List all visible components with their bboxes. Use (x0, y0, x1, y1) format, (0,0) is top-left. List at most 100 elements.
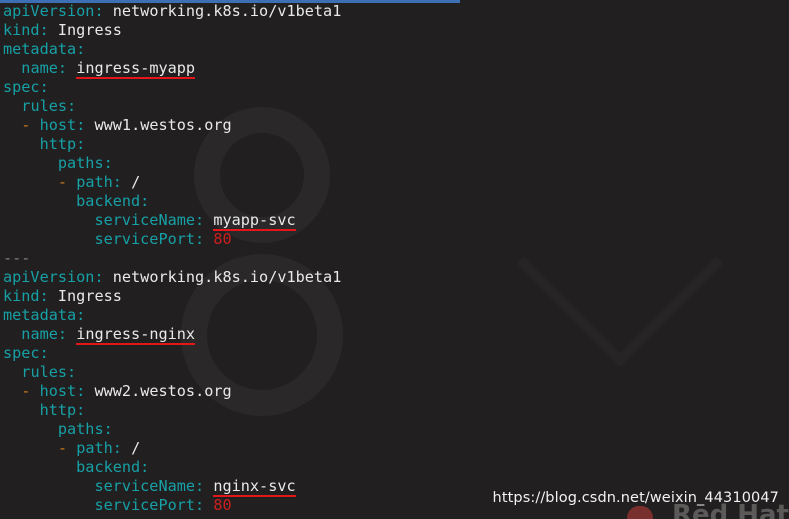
yaml-key: backend (76, 192, 141, 210)
key-colon: : (57, 59, 68, 77)
key-colon: : (140, 458, 150, 476)
code-line[interactable]: - host: www2.westos.org (3, 382, 789, 401)
yaml-value: www2.westos.org (94, 382, 232, 400)
key-colon: : (57, 325, 68, 343)
code-line[interactable]: kind: Ingress (3, 21, 789, 40)
code-line[interactable]: rules: (3, 363, 789, 382)
key-colon: : (140, 192, 150, 210)
yaml-key: http (39, 135, 77, 153)
yaml-key: servicePort (94, 230, 196, 248)
key-colon: : (39, 78, 49, 96)
code-line[interactable]: name: ingress-myapp (3, 59, 789, 79)
yaml-key: metadata (3, 40, 77, 58)
yaml-key: serviceName (94, 211, 196, 229)
document-separator: --- (3, 249, 31, 267)
code-line[interactable]: - path: / (3, 173, 789, 192)
code-line[interactable]: - path: / (3, 439, 789, 458)
yaml-key: path (76, 439, 113, 457)
code-line[interactable]: rules: (3, 97, 789, 116)
list-dash: - (57, 173, 68, 191)
csdn-watermark: https://blog.csdn.net/weixin_44310047 (492, 490, 779, 506)
code-line[interactable]: paths: (3, 154, 789, 173)
yaml-key: host (39, 116, 77, 134)
code-line[interactable]: paths: (3, 420, 789, 439)
yaml-value: 80 (213, 230, 232, 248)
code-line[interactable]: servicePort: 80 (3, 230, 789, 249)
yaml-editor[interactable]: apiVersion: networking.k8s.io/v1beta1 kin… (3, 2, 789, 515)
key-colon: : (39, 21, 49, 39)
key-colon: : (67, 97, 77, 115)
underlined-yaml-value: nginx-svc (213, 477, 296, 497)
code-line[interactable]: metadata: (3, 40, 789, 59)
yaml-key: paths (57, 154, 104, 172)
yaml-key: spec (3, 344, 40, 362)
yaml-key: kind (3, 287, 40, 305)
yaml-key: name (21, 59, 58, 77)
underlined-yaml-value: ingress-myapp (76, 59, 196, 79)
code-line[interactable]: serviceName: myapp-svc (3, 211, 789, 231)
yaml-key: metadata (3, 306, 77, 324)
key-colon: : (103, 154, 113, 172)
yaml-key: name (21, 325, 58, 343)
list-dash: - (57, 439, 68, 457)
key-colon: : (76, 306, 86, 324)
underlined-yaml-value: myapp-svc (213, 211, 296, 231)
underlined-yaml-value: ingress-nginx (76, 325, 196, 345)
yaml-key: http (39, 401, 77, 419)
key-colon: : (76, 382, 86, 400)
key-colon: : (76, 401, 86, 419)
code-line[interactable]: name: ingress-nginx (3, 325, 789, 345)
code-line[interactable]: kind: Ingress (3, 287, 789, 306)
yaml-key: serviceName (94, 477, 196, 495)
yaml-key: host (39, 382, 77, 400)
code-line[interactable]: http: (3, 135, 789, 154)
yaml-value: networking.k8s.io/v1beta1 (112, 268, 342, 286)
code-line[interactable]: metadata: (3, 306, 789, 325)
yaml-key: apiVersion (3, 2, 95, 20)
yaml-key: rules (21, 363, 68, 381)
code-line[interactable]: backend: (3, 458, 789, 477)
key-colon: : (76, 40, 86, 58)
yaml-value: / (131, 439, 141, 457)
code-line[interactable]: - host: www1.westos.org (3, 116, 789, 135)
code-line[interactable]: spec: (3, 78, 789, 97)
code-line[interactable]: spec: (3, 344, 789, 363)
yaml-key: path (76, 173, 113, 191)
key-colon: : (195, 496, 205, 514)
key-colon: : (195, 211, 205, 229)
yaml-value: networking.k8s.io/v1beta1 (112, 2, 342, 20)
code-line[interactable]: apiVersion: networking.k8s.io/v1beta1 (3, 2, 789, 21)
list-dash: - (21, 382, 31, 400)
key-colon: : (39, 287, 49, 305)
key-colon: : (112, 439, 122, 457)
key-colon: : (76, 116, 86, 134)
yaml-key: rules (21, 97, 68, 115)
yaml-key: apiVersion (3, 268, 95, 286)
list-dash: - (21, 116, 31, 134)
code-line[interactable]: backend: (3, 192, 789, 211)
code-line[interactable]: apiVersion: networking.k8s.io/v1beta1 (3, 268, 789, 287)
yaml-key: spec (3, 78, 40, 96)
key-colon: : (94, 268, 104, 286)
code-line[interactable]: http: (3, 401, 789, 420)
yaml-key: kind (3, 21, 40, 39)
code-line[interactable]: --- (3, 249, 789, 268)
key-colon: : (67, 363, 77, 381)
yaml-value: / (131, 173, 141, 191)
yaml-value: www1.westos.org (94, 116, 232, 134)
